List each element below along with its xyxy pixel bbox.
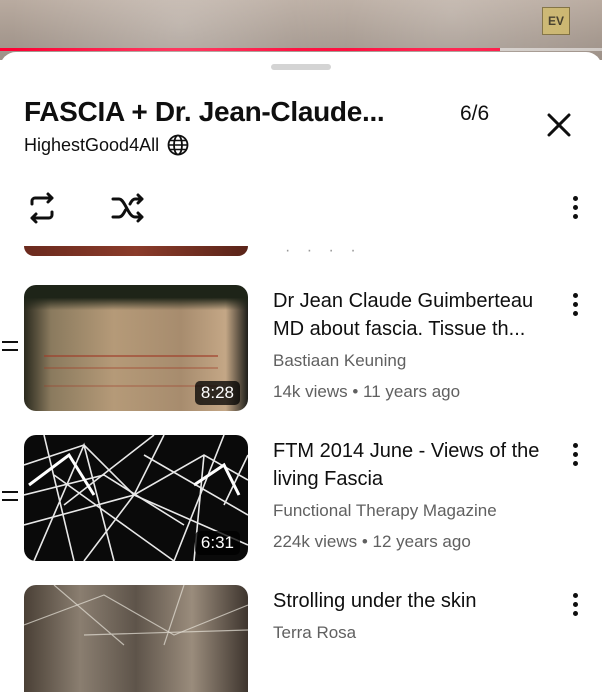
playlist-title[interactable]: FASCIA + Dr. Jean-Claude... (24, 96, 385, 128)
video-title[interactable]: FTM 2014 June - Views of the living Fasc… (273, 437, 558, 493)
drag-grabber[interactable] (271, 64, 331, 70)
drag-handle-icon[interactable] (2, 491, 18, 507)
duration-badge: 8:28 (194, 381, 240, 405)
video-meta: 224k views • 12 years ago (273, 532, 471, 551)
video-channel: Functional Therapy Magazine (273, 501, 497, 520)
playlist-items: · · · · 8:28 Dr Jean Claude Guimberteau … (0, 246, 602, 692)
video-player[interactable]: EV (0, 0, 602, 60)
playlist-panel: FASCIA + Dr. Jean-Claude... 6/6 HighestG… (0, 52, 602, 692)
close-icon[interactable] (544, 110, 574, 140)
video-thumbnail[interactable] (24, 585, 248, 692)
video-thumbnail[interactable] (24, 246, 248, 256)
list-item[interactable]: Strolling under the skin Terra Rosa (0, 585, 602, 692)
shuffle-icon[interactable] (110, 190, 146, 226)
more-vert-icon[interactable] (572, 443, 578, 466)
video-thumbnail[interactable]: 8:28 (24, 285, 248, 411)
skin-tissue-image (24, 585, 248, 646)
partial-metadata: · · · · (285, 246, 362, 259)
list-item[interactable]: 8:28 Dr Jean Claude Guimberteau MD about… (0, 285, 602, 415)
duration-badge: 6:31 (194, 531, 240, 555)
video-title[interactable]: Dr Jean Claude Guimberteau MD about fasc… (273, 287, 558, 343)
loop-icon[interactable] (24, 190, 60, 226)
video-channel: Bastiaan Keuning (273, 351, 407, 370)
more-vert-icon[interactable] (572, 593, 578, 616)
drag-handle-icon[interactable] (2, 341, 18, 357)
more-vert-icon[interactable] (572, 293, 578, 316)
list-item[interactable]: 6:31 FTM 2014 June - Views of the living… (0, 435, 602, 565)
video-progress-bar[interactable] (0, 48, 602, 51)
channel-watermark: EV (542, 7, 570, 35)
video-channel: Terra Rosa (273, 623, 357, 642)
video-title[interactable]: Strolling under the skin (273, 587, 558, 615)
playlist-position-counter: 6/6 (460, 102, 490, 125)
playlist-channel[interactable]: HighestGood4All (24, 134, 189, 156)
video-meta: 14k views • 11 years ago (273, 382, 461, 401)
more-vert-icon[interactable] (572, 196, 578, 219)
video-progress-fill (0, 48, 500, 51)
video-thumbnail[interactable]: 6:31 (24, 435, 248, 561)
globe-icon (167, 134, 189, 156)
playlist-channel-name: HighestGood4All (24, 134, 160, 155)
